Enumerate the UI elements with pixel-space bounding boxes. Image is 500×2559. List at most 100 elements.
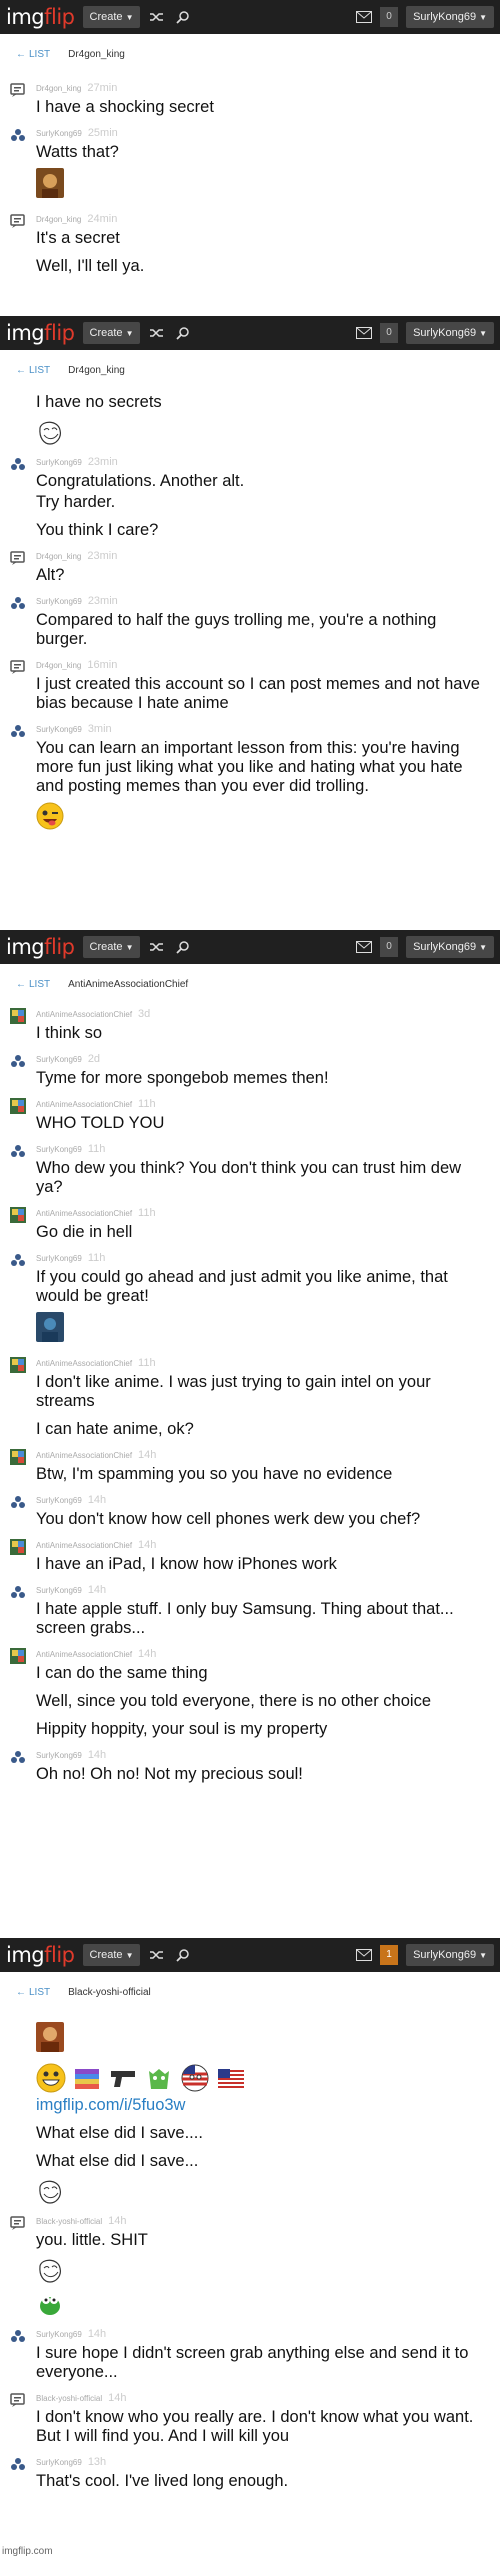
search-icon[interactable] bbox=[174, 8, 192, 26]
message-author[interactable]: Black-yoshi-official bbox=[36, 2217, 102, 2226]
winking-tongue-emoji-icon bbox=[36, 802, 64, 830]
back-to-list-link[interactable]: ← LIST bbox=[16, 365, 50, 376]
message-author[interactable]: AntiAnimeAssociationChief bbox=[36, 1100, 132, 1109]
meme-thumbnail[interactable] bbox=[36, 1312, 64, 1342]
chat-bubble-avatar-icon bbox=[10, 214, 25, 228]
message-author[interactable]: Dr4gon_king bbox=[36, 215, 81, 224]
user-menu-button[interactable]: SurlyKong69 ▼ bbox=[406, 6, 494, 28]
meme-thumbnail[interactable] bbox=[36, 2022, 64, 2052]
kong-avatar-icon bbox=[11, 1254, 25, 1266]
message-text: you. little. SHIT bbox=[36, 2231, 148, 2249]
message-time: 24min bbox=[87, 213, 118, 225]
search-icon[interactable] bbox=[174, 938, 192, 956]
imgflip-logo[interactable]: imgflip bbox=[6, 5, 75, 29]
message-author[interactable]: SurlyKong69 bbox=[36, 1055, 82, 1064]
message-author[interactable]: SurlyKong69 bbox=[36, 1145, 82, 1154]
search-icon[interactable] bbox=[174, 324, 192, 342]
shuffle-icon[interactable] bbox=[148, 8, 166, 26]
message-author[interactable]: SurlyKong69 bbox=[36, 129, 82, 138]
message-author[interactable]: Dr4gon_king bbox=[36, 661, 81, 670]
create-button[interactable]: Create ▼ bbox=[82, 936, 141, 958]
message-time: 14h bbox=[87, 1494, 107, 1506]
message-author[interactable]: Dr4gon_king bbox=[36, 552, 81, 561]
message-author[interactable]: AntiAnimeAssociationChief bbox=[36, 1541, 132, 1550]
shuffle-icon[interactable] bbox=[148, 324, 166, 342]
mail-icon[interactable] bbox=[356, 941, 373, 953]
imgflip-logo[interactable]: imgflip bbox=[6, 321, 75, 345]
message-text: You think I care? bbox=[36, 521, 159, 539]
message-time: 14h bbox=[138, 1648, 157, 1660]
back-to-list-link[interactable]: ← LIST bbox=[16, 1987, 50, 1998]
back-to-list-link[interactable]: ← LIST bbox=[16, 49, 50, 60]
green-yoshi-icon bbox=[40, 2296, 60, 2315]
message-author[interactable]: SurlyKong69 bbox=[36, 725, 82, 734]
message-time: 11h bbox=[138, 1357, 156, 1369]
back-to-list-link[interactable]: ← LIST bbox=[16, 979, 50, 990]
top-navbar: imgflip Create ▼ 0 SurlyKong69 ▼ bbox=[0, 316, 500, 350]
message-author[interactable]: SurlyKong69 bbox=[36, 2458, 82, 2467]
meme-link[interactable]: imgflip.com/i/5fuo3w bbox=[36, 2096, 490, 2115]
message-text: What else did I save.... bbox=[36, 2124, 203, 2142]
message-author[interactable]: Black-yoshi-official bbox=[36, 2394, 102, 2403]
message: AntiAnimeAssociationChief 11h WHO TOLD YOU bbox=[0, 1098, 500, 1133]
imgflip-logo[interactable]: imgflip bbox=[6, 935, 75, 959]
create-button[interactable]: Create ▼ bbox=[82, 322, 141, 344]
screenshot-panel-4: imgflip Create ▼ 1 SurlyKong69 ▼ ← LIST Bla… bbox=[0, 1938, 500, 2559]
user-menu-button[interactable]: SurlyKong69 ▼ bbox=[406, 936, 494, 958]
message-list: AntiAnimeAssociationChief 3d I think so Sur… bbox=[0, 1008, 500, 1784]
message-author[interactable]: AntiAnimeAssociationChief bbox=[36, 1209, 132, 1218]
user-menu-button[interactable]: SurlyKong69 ▼ bbox=[406, 322, 494, 344]
create-button[interactable]: Create ▼ bbox=[82, 6, 141, 28]
message-text: Who dew you think? You don't think you c… bbox=[36, 1159, 462, 1196]
user-menu-button[interactable]: SurlyKong69 ▼ bbox=[406, 1944, 494, 1966]
message: SurlyKong69 14h I sure hope I didn't scre… bbox=[0, 2328, 500, 2382]
message-author[interactable]: SurlyKong69 bbox=[36, 1586, 82, 1595]
imgflip-logo[interactable]: imgflip bbox=[6, 1943, 75, 1967]
message-author[interactable]: AntiAnimeAssociationChief bbox=[36, 1451, 132, 1460]
mail-icon[interactable] bbox=[356, 1949, 373, 1961]
message-time: 16min bbox=[87, 659, 118, 671]
message-author[interactable]: AntiAnimeAssociationChief bbox=[36, 1010, 132, 1019]
notification-count[interactable]: 0 bbox=[380, 323, 399, 343]
create-button[interactable]: Create ▼ bbox=[82, 1944, 141, 1966]
message-text: Try harder. bbox=[36, 493, 116, 511]
message-author[interactable]: AntiAnimeAssociationChief bbox=[36, 1359, 132, 1368]
message-time: 14h bbox=[108, 2392, 127, 2404]
rainbow-blocks-icon bbox=[75, 2069, 99, 2089]
message-time: 14h bbox=[87, 2328, 107, 2340]
message: Black-yoshi-official 14h you. little. SHI… bbox=[0, 2215, 500, 2318]
message-text: I just created this account so I can pos… bbox=[36, 675, 480, 712]
message-author[interactable]: SurlyKong69 bbox=[36, 2330, 82, 2339]
message-author[interactable]: SurlyKong69 bbox=[36, 1496, 82, 1505]
notification-count[interactable]: 0 bbox=[380, 937, 399, 957]
message-author[interactable]: SurlyKong69 bbox=[36, 597, 82, 606]
message-time: 23min bbox=[87, 456, 118, 468]
notification-count[interactable]: 0 bbox=[380, 7, 399, 27]
message-text: I can hate anime, ok? bbox=[36, 1420, 194, 1438]
chat-bubble-avatar-icon bbox=[10, 551, 25, 565]
mail-icon[interactable] bbox=[356, 327, 373, 339]
message: AntiAnimeAssociationChief 14h Btw, I'm spa… bbox=[0, 1449, 500, 1484]
chief-avatar-icon bbox=[10, 1449, 26, 1465]
notification-count[interactable]: 1 bbox=[380, 1945, 399, 1965]
message-text: Tyme for more spongebob memes then! bbox=[36, 1069, 329, 1087]
conversation-header: ← LIST Dr4gon_king bbox=[0, 350, 500, 390]
message: AntiAnimeAssociationChief 11h Go die in he… bbox=[0, 1207, 500, 1242]
meme-thumbnail[interactable] bbox=[36, 168, 64, 198]
mail-icon[interactable] bbox=[356, 11, 373, 23]
kong-avatar-icon bbox=[11, 597, 25, 609]
shuffle-icon[interactable] bbox=[148, 938, 166, 956]
shuffle-icon[interactable] bbox=[148, 1946, 166, 1964]
message-author[interactable]: AntiAnimeAssociationChief bbox=[36, 1650, 132, 1659]
search-icon[interactable] bbox=[174, 1946, 192, 1964]
kong-avatar-icon bbox=[11, 129, 25, 141]
kong-avatar-icon bbox=[11, 2458, 25, 2470]
chief-avatar-icon bbox=[10, 1098, 26, 1114]
message-author[interactable]: SurlyKong69 bbox=[36, 1751, 82, 1760]
chief-avatar-icon bbox=[10, 1357, 26, 1373]
message: SurlyKong69 11h If you could go ahead and … bbox=[0, 1252, 500, 1347]
message-author[interactable]: SurlyKong69 bbox=[36, 458, 82, 467]
message-author[interactable]: Dr4gon_king bbox=[36, 84, 81, 93]
message-author[interactable]: SurlyKong69 bbox=[36, 1254, 82, 1263]
message-text: I sure hope I didn't screen grab anythin… bbox=[36, 2344, 469, 2381]
